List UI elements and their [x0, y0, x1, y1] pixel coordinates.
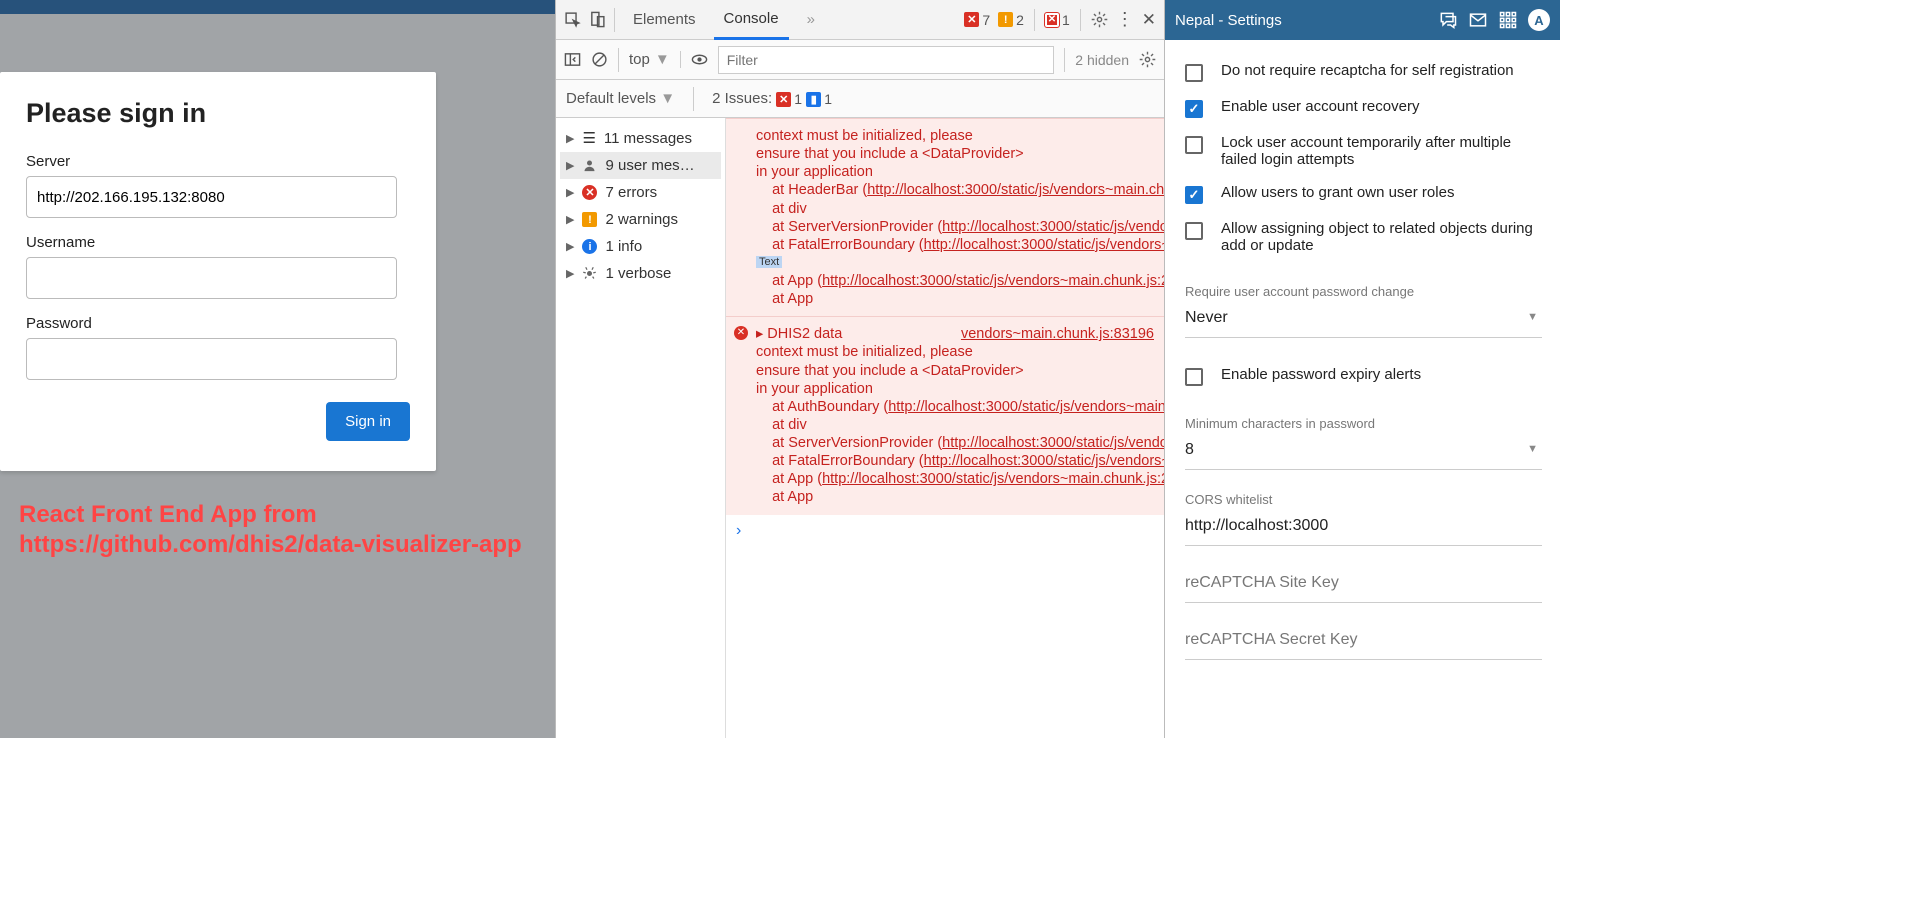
server-input[interactable] [26, 176, 397, 218]
field-secret-key[interactable]: reCAPTCHA Secret Key [1185, 625, 1560, 660]
header-strip [0, 0, 555, 14]
caption-line1: React Front End App from [19, 500, 522, 530]
console-sidebar: ▶☰11 messages ▶9 user mes… ▶✕7 errors ▶!… [556, 118, 726, 738]
stack-link[interactable]: http://localhost:3000/static/js/vendors~… [822, 273, 1164, 289]
console-prompt[interactable]: › [726, 515, 1164, 547]
devtools-toolbar: Elements Console » ✕7 !2 ✕1 ⋮ ✕ [556, 0, 1164, 40]
field-site-key[interactable]: reCAPTCHA Site Key [1185, 568, 1560, 603]
stack-link[interactable]: http://localhost:3000/static/js/vendors~… [924, 237, 1164, 253]
field-min-chars[interactable]: Minimum characters in password 8▼ [1185, 416, 1560, 470]
field-cors[interactable]: CORS whitelist http://localhost:3000 [1185, 492, 1560, 546]
chevron-down-icon: ▼ [1527, 443, 1538, 455]
source-link[interactable]: vendors~main.chunk.js:83196 [961, 325, 1154, 343]
stack-link[interactable]: http://localhost:3000/static/js/vendors~… [924, 453, 1164, 469]
console-log-area[interactable]: context must be initialized, please ensu… [726, 118, 1164, 738]
field-password-change[interactable]: Require user account password change Nev… [1185, 284, 1560, 338]
kebab-icon[interactable]: ⋮ [1116, 9, 1134, 30]
clear-icon[interactable] [591, 51, 608, 68]
username-label: Username [26, 234, 410, 251]
sidebar-messages[interactable]: ▶☰11 messages [560, 124, 721, 152]
stack-link[interactable]: http://localhost:3000/static/js/vendors~… [888, 399, 1164, 415]
avatar[interactable]: A [1528, 9, 1550, 31]
sidebar-toggle-icon[interactable] [564, 51, 581, 68]
console-controls: top▼ 2 hidden [556, 40, 1164, 80]
inspect-icon[interactable] [564, 11, 581, 28]
left-app-panel: Please sign in Server Username Password … [0, 0, 555, 738]
violation-badge[interactable]: ✕1 [1045, 12, 1070, 28]
tabs-more[interactable]: » [797, 0, 825, 40]
context-select[interactable]: top▼ [629, 51, 681, 68]
error-icon: ✕ [734, 326, 748, 340]
sidebar-errors[interactable]: ▶✕7 errors [560, 179, 721, 206]
tab-console[interactable]: Console [714, 0, 789, 40]
chat-icon[interactable] [1438, 10, 1458, 30]
settings-panel: Nepal - Settings A Do not require recapt… [1165, 0, 1560, 738]
opt-recaptcha[interactable]: Do not require recaptcha for self regist… [1185, 54, 1560, 90]
filter-input[interactable] [718, 46, 1055, 74]
stack-link[interactable]: http://localhost:3000/static/js/vendors~… [942, 435, 1164, 451]
tab-elements[interactable]: Elements [623, 0, 706, 40]
eye-icon[interactable] [691, 51, 708, 68]
opt-assign[interactable]: Allow assigning object to related object… [1185, 212, 1560, 262]
text-selection-marker: Text [756, 256, 782, 268]
issues-summary[interactable]: 2 Issues: ✕1 ▮1 [712, 90, 832, 108]
server-label: Server [26, 153, 410, 170]
mail-icon[interactable] [1468, 10, 1488, 30]
apps-icon[interactable] [1498, 10, 1518, 30]
error-badge[interactable]: ✕7 [964, 12, 990, 28]
caption-line2: https://github.com/dhis2/data-visualizer… [19, 530, 522, 560]
password-input[interactable] [26, 338, 397, 380]
signin-title: Please sign in [26, 98, 410, 129]
password-label: Password [26, 315, 410, 332]
levels-select[interactable]: Default levels ▼ [566, 90, 675, 107]
opt-expiry[interactable]: Enable password expiry alerts [1185, 358, 1560, 394]
stack-link[interactable]: http://localhost:3000/static/js/vendors~… [867, 182, 1164, 198]
gear-icon[interactable] [1139, 51, 1156, 68]
chevron-down-icon: ▼ [1527, 311, 1538, 323]
stack-link[interactable]: http://localhost:3000/static/js/vendors~… [822, 471, 1164, 487]
settings-header: Nepal - Settings A [1165, 0, 1560, 40]
close-icon[interactable]: ✕ [1142, 10, 1156, 30]
sidebar-verbose[interactable]: ▶1 verbose [560, 260, 721, 287]
hidden-count[interactable]: 2 hidden [1075, 52, 1129, 68]
log-entry: ✕ vendors~main.chunk.js:83196 ▸ DHIS2 da… [726, 316, 1164, 514]
devtools-panel: Elements Console » ✕7 !2 ✕1 ⋮ ✕ top▼ 2 h… [555, 0, 1165, 738]
signin-card: Please sign in Server Username Password … [0, 72, 436, 471]
log-entry: context must be initialized, please ensu… [726, 118, 1164, 316]
warning-badge[interactable]: !2 [998, 12, 1024, 28]
opt-recovery[interactable]: Enable user account recovery [1185, 90, 1560, 126]
opt-lock[interactable]: Lock user account temporarily after mult… [1185, 126, 1560, 176]
signin-button[interactable]: Sign in [326, 402, 410, 441]
settings-body: Do not require recaptcha for self regist… [1165, 40, 1560, 738]
gear-icon[interactable] [1091, 11, 1108, 28]
stack-link[interactable]: http://localhost:3000/static/js/vendors~… [942, 219, 1164, 235]
console-filter-bar: Default levels ▼ 2 Issues: ✕1 ▮1 [556, 80, 1164, 118]
sidebar-warnings[interactable]: ▶!2 warnings [560, 206, 721, 233]
settings-title: Nepal - Settings [1175, 12, 1282, 29]
opt-grant[interactable]: Allow users to grant own user roles [1185, 176, 1560, 212]
left-caption: React Front End App from https://github.… [19, 500, 522, 560]
username-input[interactable] [26, 257, 397, 299]
sidebar-info[interactable]: ▶i1 info [560, 233, 721, 260]
device-icon[interactable] [589, 11, 606, 28]
sidebar-user-messages[interactable]: ▶9 user mes… [560, 152, 721, 179]
